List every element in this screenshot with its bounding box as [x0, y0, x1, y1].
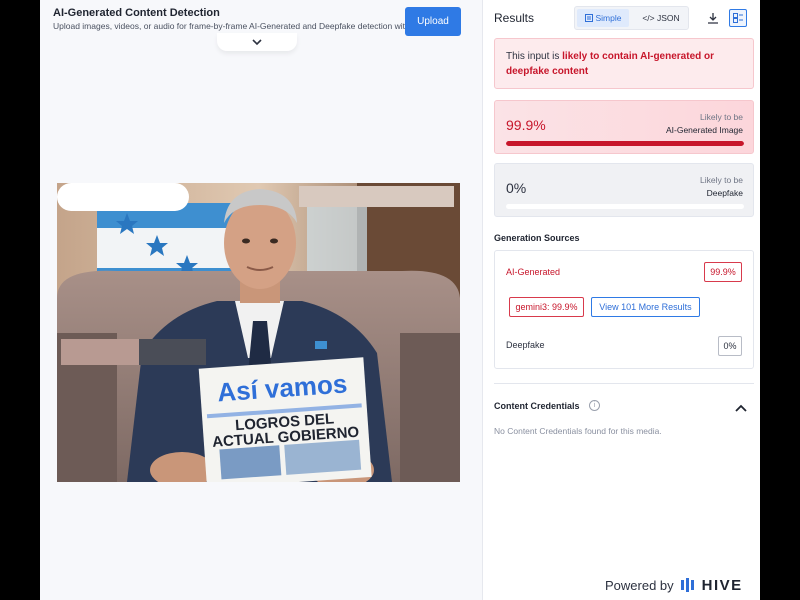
- layout-toggle-button[interactable]: [729, 9, 747, 27]
- view-more-results-button[interactable]: View 101 More Results: [591, 297, 700, 317]
- chevron-up-icon: [735, 404, 747, 412]
- deepfake-score-label: Likely to be Deepfake: [700, 174, 743, 200]
- layout-icon: [733, 13, 743, 23]
- generation-sources-box: AI-Generated 99.9% gemini3: 99.9% View 1…: [494, 250, 754, 369]
- simple-view-icon: [584, 14, 593, 22]
- chevron-down-icon: [252, 38, 262, 45]
- hive-brand-text: HIVE: [701, 576, 743, 594]
- content-credentials-collapse-button[interactable]: [735, 399, 747, 417]
- section-divider: [494, 383, 754, 384]
- ai-generated-score-card: 99.9% Likely to be AI-Generated Image: [494, 100, 754, 154]
- ai-generated-source-badge: 99.9%: [704, 262, 742, 282]
- hive-logo-icon: [680, 578, 694, 592]
- deepfake-source-badge: 0%: [718, 336, 742, 356]
- results-title: Results: [494, 11, 535, 25]
- upload-button[interactable]: Upload: [405, 7, 461, 36]
- generation-sources-title: Generation Sources: [494, 233, 580, 243]
- ai-score-bar-fill: [506, 141, 744, 146]
- deepfake-source-label: Deepfake: [506, 340, 545, 350]
- view-toggle: Simple </> JSON: [574, 6, 689, 30]
- simple-view-button[interactable]: Simple: [577, 9, 629, 27]
- page-title: AI-Generated Content Detection: [53, 7, 220, 19]
- ai-score-bar: [506, 141, 744, 146]
- deepfake-score-card: 0% Likely to be Deepfake: [494, 163, 754, 217]
- deepfake-score-value: 0%: [506, 180, 527, 196]
- deepfake-score-label-big: Deepfake: [706, 188, 743, 198]
- powered-by-text: Powered by: [605, 577, 674, 593]
- content-credentials-empty: No Content Credentials found for this me…: [494, 426, 662, 436]
- uploaded-image: Así vamos LOGROS DEL ACTUAL GOBIERNO: [57, 183, 460, 482]
- ai-score-label: Likely to be AI-Generated Image: [666, 111, 743, 137]
- ai-generated-source-label: AI-Generated: [506, 267, 561, 277]
- powered-by-footer: Powered by HIVE: [605, 575, 743, 595]
- download-icon: [708, 13, 718, 24]
- content-credentials-title: Content Credentials: [494, 401, 580, 411]
- ai-score-label-small: Likely to be: [700, 112, 743, 122]
- simple-view-label: Simple: [595, 13, 622, 23]
- ai-score-value: 99.9%: [506, 117, 546, 133]
- detection-alert: This input is likely to contain AI-gener…: [494, 38, 754, 89]
- app-window: AI-Generated Content Detection Upload im…: [40, 0, 760, 600]
- results-panel: Results Simple </> JSON This input is li…: [482, 0, 760, 600]
- media-panel: AI-Generated Content Detection Upload im…: [40, 0, 482, 600]
- page-subtitle: Upload images, videos, or audio for fram…: [53, 21, 417, 31]
- model-tag[interactable]: gemini3: 99.9%: [509, 297, 584, 317]
- json-view-button[interactable]: </> JSON: [635, 9, 687, 27]
- ai-score-label-big: AI-Generated Image: [665, 125, 743, 135]
- info-icon[interactable]: i: [589, 400, 600, 411]
- download-button[interactable]: [704, 9, 722, 27]
- alert-prefix: This input is: [506, 51, 563, 62]
- collapse-header-toggle[interactable]: [217, 33, 297, 51]
- deepfake-score-bar: [506, 204, 744, 209]
- deepfake-score-label-small: Likely to be: [700, 175, 743, 185]
